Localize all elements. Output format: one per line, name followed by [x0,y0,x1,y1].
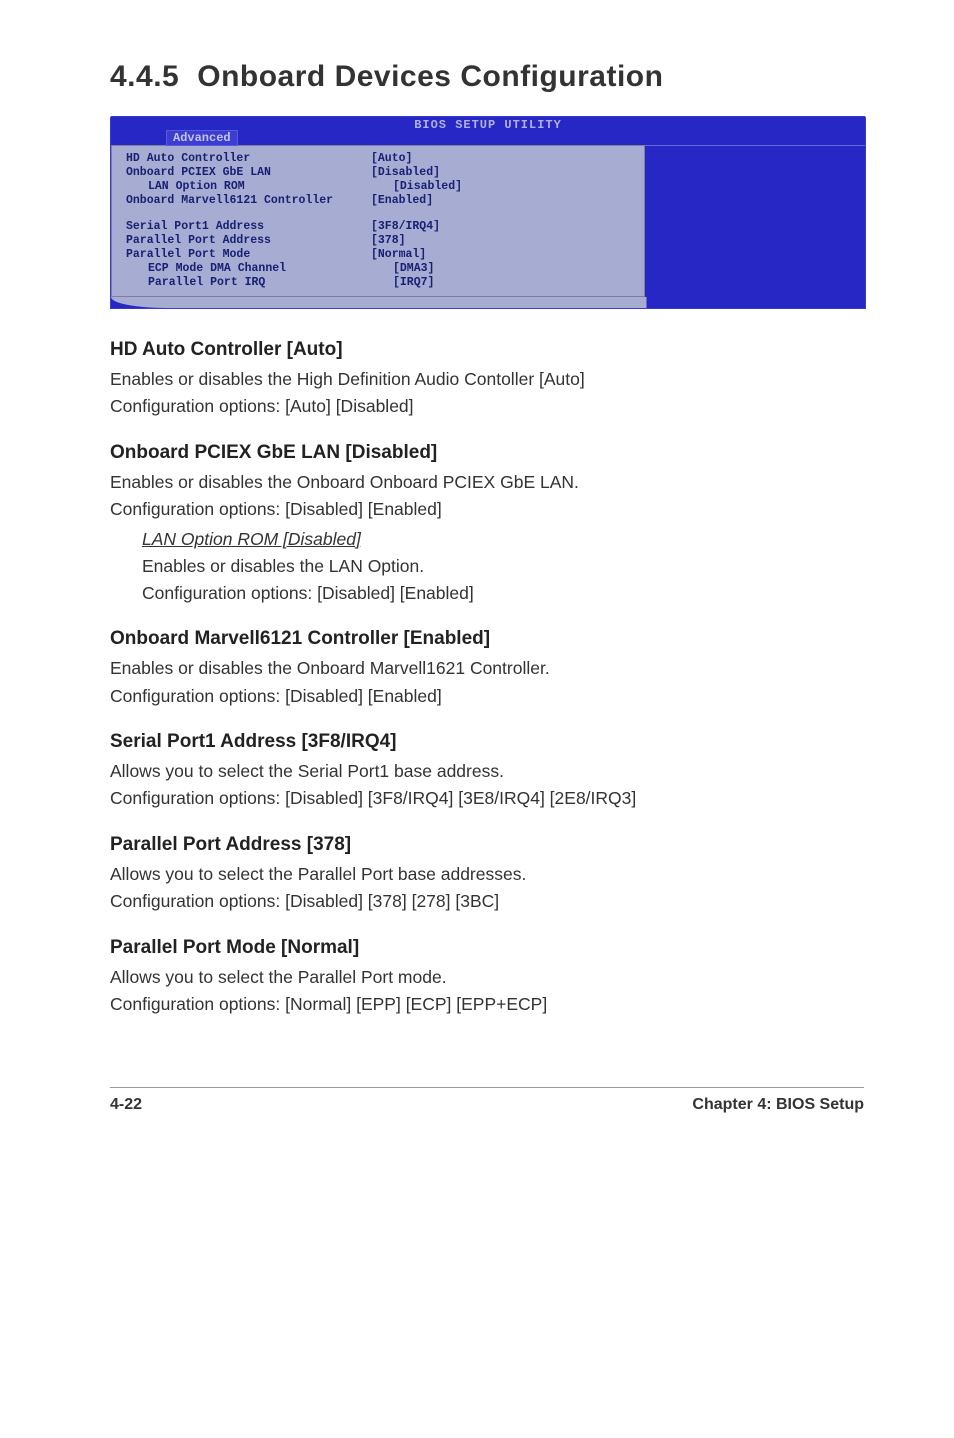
bios-row-label: Onboard Marvell6121 Controller [126,194,371,208]
sub-option-title: LAN Option ROM [Disabled] [142,529,864,550]
body-text: Configuration options: [Auto] [Disabled] [110,394,864,419]
bios-row-label: Parallel Port Mode [126,248,371,262]
body-text: Configuration options: [Disabled] [Enabl… [110,497,864,522]
chapter-label: Chapter 4: BIOS Setup [692,1096,864,1114]
body-text: Allows you to select the Parallel Port m… [110,965,864,990]
section-name: Onboard Devices Configuration [197,60,663,93]
bios-row-label: HD Auto Controller [126,152,371,166]
body-text: Enables or disables the Onboard Onboard … [110,470,864,495]
bios-row-value: [Enabled] [371,194,433,208]
body-text: Allows you to select the Parallel Port b… [110,862,864,887]
body-text: Configuration options: [Normal] [EPP] [E… [110,992,864,1017]
bios-row-label: Parallel Port Address [126,234,371,248]
bios-tab-advanced: Advanced [166,130,238,146]
bios-row-value: [Auto] [371,152,412,166]
subhead-hd-auto: HD Auto Controller [Auto] [110,339,864,361]
section-number: 4.4.5 [110,60,179,93]
bios-screenshot: BIOS SETUP UTILITY Advanced HD Auto Cont… [110,116,866,309]
bios-row-label: ECP Mode DMA Channel [126,262,393,276]
body-text: Allows you to select the Serial Port1 ba… [110,759,864,784]
bios-row-value: [DMA3] [393,262,434,276]
bios-row-value: [IRQ7] [393,276,434,290]
bios-row-value: [378] [371,234,406,248]
bios-row-value: [Disabled] [393,180,462,194]
bios-row-label: Onboard PCIEX GbE LAN [126,166,371,180]
bios-row-label: LAN Option ROM [126,180,393,194]
page-footer: 4-22 Chapter 4: BIOS Setup [110,1087,864,1114]
body-text: Enables or disables the High Definition … [110,367,864,392]
body-text: Configuration options: [Disabled] [3F8/I… [110,786,864,811]
subhead-parallel-mode: Parallel Port Mode [Normal] [110,937,864,959]
body-text: Enables or disables the LAN Option. [142,554,864,579]
subhead-serial: Serial Port1 Address [3F8/IRQ4] [110,731,864,753]
section-title: 4.4.5 Onboard Devices Configuration [110,60,864,94]
bios-row-value: [3F8/IRQ4] [371,220,440,234]
bios-row-label: Serial Port1 Address [126,220,371,234]
page-number: 4-22 [110,1096,142,1114]
bios-row-value: [Disabled] [371,166,440,180]
subhead-marvell: Onboard Marvell6121 Controller [Enabled] [110,628,864,650]
body-text: Configuration options: [Disabled] [Enabl… [142,581,864,606]
body-text: Enables or disables the Onboard Marvell1… [110,656,864,681]
body-text: Configuration options: [Disabled] [Enabl… [110,684,864,709]
body-text: Configuration options: [Disabled] [378] … [110,889,864,914]
subhead-parallel-addr: Parallel Port Address [378] [110,834,864,856]
subhead-pciex: Onboard PCIEX GbE LAN [Disabled] [110,442,864,464]
bios-settings-panel: HD Auto Controller[Auto] Onboard PCIEX G… [111,145,645,297]
bios-row-label: Parallel Port IRQ [126,276,393,290]
bios-row-value: [Normal] [371,248,426,262]
bios-help-panel [645,145,865,297]
